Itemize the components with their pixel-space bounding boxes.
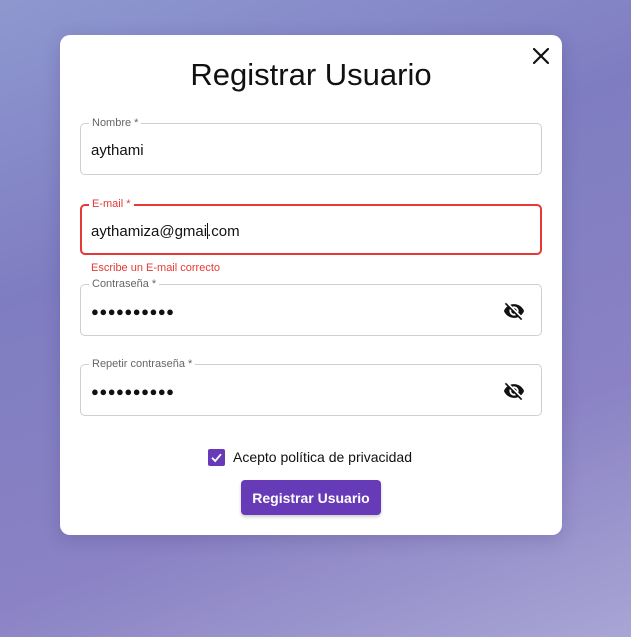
eye-off-icon[interactable] [503, 380, 525, 402]
email-error-text: Escribe un E-mail correcto [91, 262, 220, 274]
nombre-label: Nombre * [89, 116, 142, 130]
password-label: Contraseña * [89, 277, 160, 291]
password-repeat-field[interactable]: Repetir contraseña * ●●●●●●●●●● [80, 357, 542, 416]
modal-title: Registrar Usuario [190, 57, 432, 92]
register-modal: Registrar Usuario Nombre * aythami E-mai… [60, 35, 562, 535]
eye-off-icon[interactable] [503, 300, 525, 322]
nombre-value: aythami [91, 142, 144, 159]
register-button[interactable]: Registrar Usuario [241, 480, 381, 515]
check-icon [211, 453, 222, 462]
privacy-checkbox[interactable] [208, 448, 225, 466]
email-field[interactable]: E-mail * aythamiza@gmai.com [80, 197, 542, 255]
password-repeat-value: ●●●●●●●●●● [91, 384, 175, 399]
password-field[interactable]: Contraseña * ●●●●●●●●●● [80, 277, 542, 336]
nombre-field[interactable]: Nombre * aythami [80, 116, 542, 175]
password-repeat-label: Repetir contraseña * [89, 357, 196, 371]
email-value: aythamiza@gmai.com [91, 223, 240, 240]
email-label: E-mail * [89, 197, 134, 211]
privacy-label: Acepto política de privacidad [233, 449, 412, 465]
password-value: ●●●●●●●●●● [91, 304, 175, 319]
privacy-row: Acepto política de privacidad [208, 447, 412, 467]
